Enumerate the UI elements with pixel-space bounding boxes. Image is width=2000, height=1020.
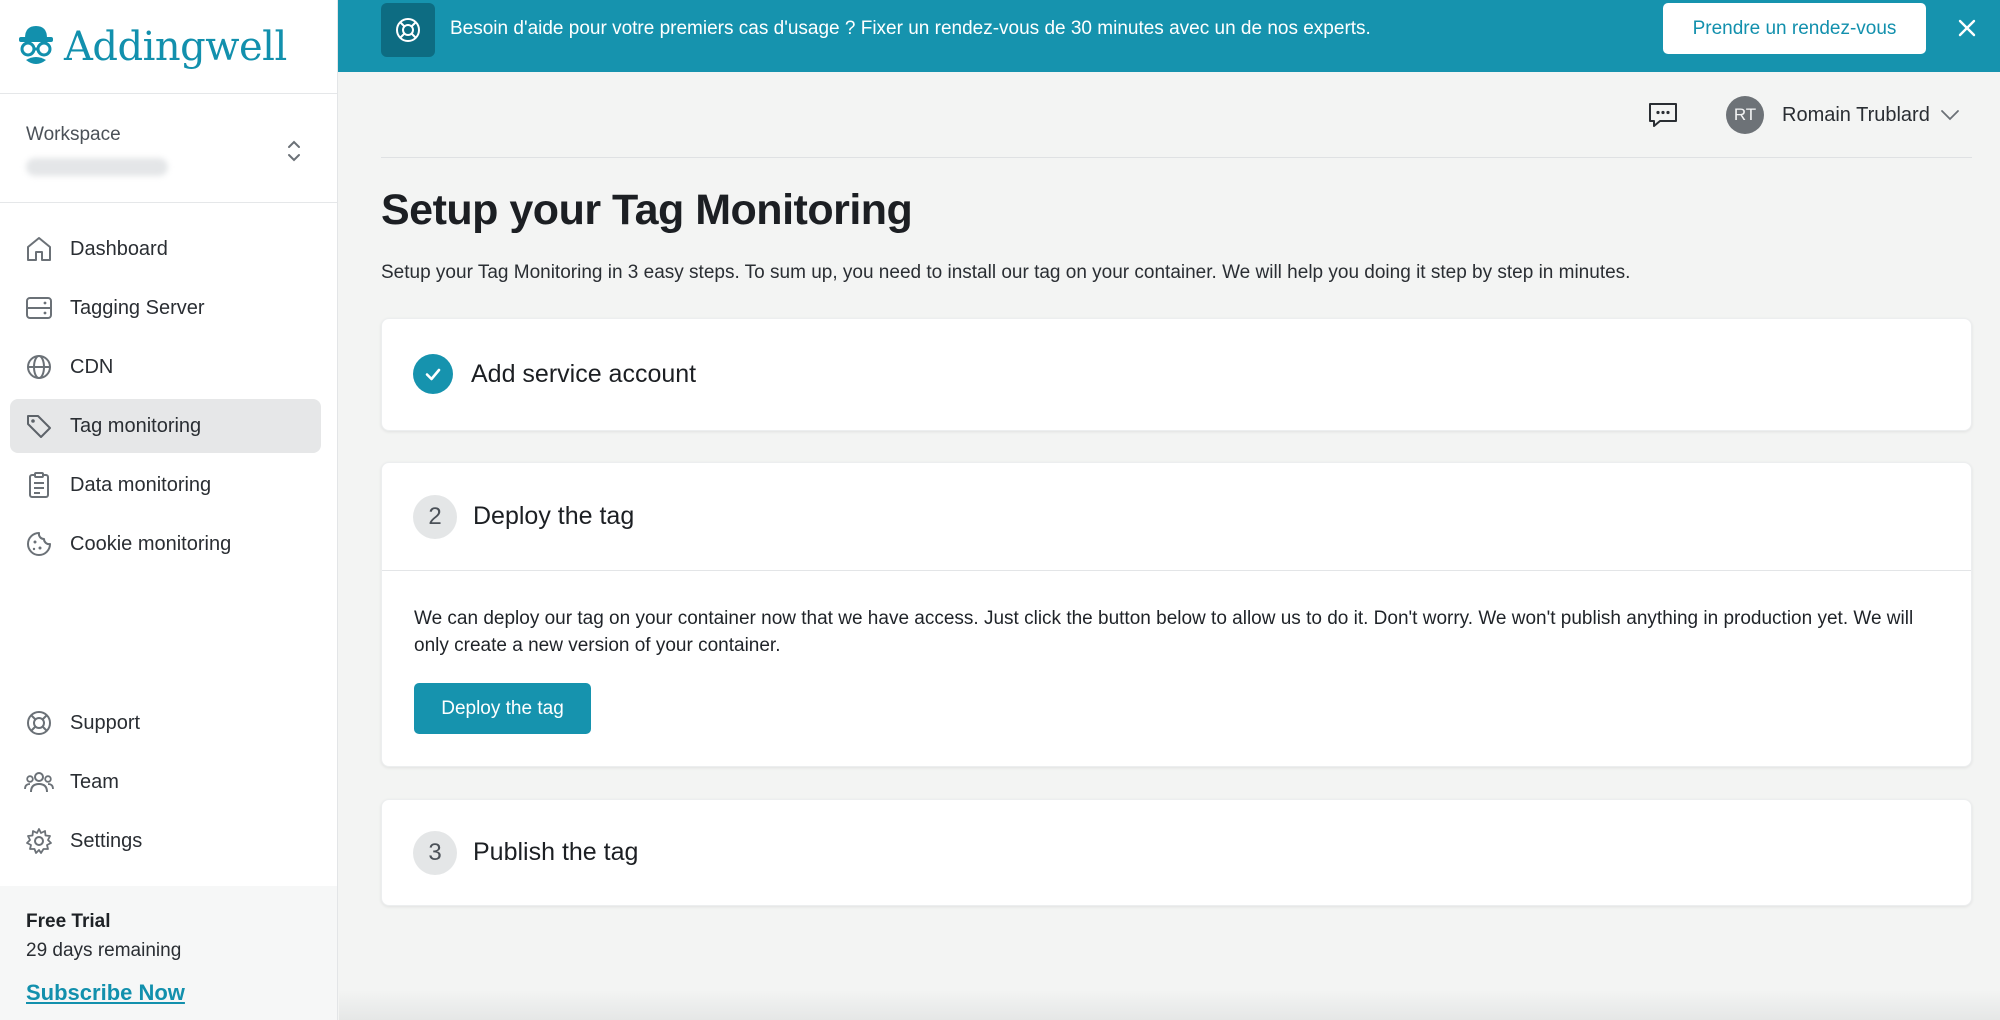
secondary-nav: Support Team Settings xyxy=(0,696,337,873)
nav-item-data-monitoring[interactable]: Data monitoring xyxy=(10,458,321,512)
step-title: Deploy the tag xyxy=(473,502,635,530)
nav-item-tag-monitoring[interactable]: Tag monitoring xyxy=(10,399,321,453)
nav-label: Data monitoring xyxy=(70,473,212,496)
user-menu[interactable]: RT Romain Trublard xyxy=(1726,96,1960,134)
topbar: RT Romain Trublard xyxy=(381,88,1972,158)
nav-item-support[interactable]: Support xyxy=(10,696,321,750)
step-header[interactable]: 2 Deploy the tag xyxy=(382,463,1971,570)
step-complete-badge xyxy=(413,354,453,394)
help-banner: Besoin d'aide pour votre premiers cas d'… xyxy=(338,0,2000,72)
gear-icon xyxy=(26,828,52,854)
check-icon xyxy=(425,368,441,381)
close-icon[interactable] xyxy=(1952,13,1982,43)
nav-label: Dashboard xyxy=(70,237,168,260)
step-header[interactable]: 3 Publish the tag xyxy=(382,800,1971,905)
nav-item-settings[interactable]: Settings xyxy=(10,814,321,868)
nav-label: Tagging Server xyxy=(70,296,205,319)
nav-item-dashboard[interactable]: Dashboard xyxy=(10,222,321,276)
globe-icon xyxy=(27,355,51,379)
bottom-shade xyxy=(339,990,2000,1020)
workspace-selector[interactable]: Workspace xyxy=(0,94,337,203)
sidebar: Addingwell Workspace Dashboard Tagging S… xyxy=(0,0,338,1020)
step-body: We can deploy our tag on your container … xyxy=(382,571,1971,766)
chevron-up-down-icon xyxy=(288,140,300,162)
step-card-1: Add service account xyxy=(381,318,1972,431)
nav-label: Tag monitoring xyxy=(70,414,202,437)
lifebuoy-icon xyxy=(396,18,420,42)
home-icon xyxy=(27,237,51,261)
subscribe-now-link[interactable]: Subscribe Now xyxy=(26,980,185,1006)
banner-message: Besoin d'aide pour votre premiers cas d'… xyxy=(450,18,1371,39)
step-number: 3 xyxy=(413,830,457,875)
brand-name: Addingwell xyxy=(64,23,287,70)
banner-icon-box xyxy=(381,3,435,57)
cookie-icon xyxy=(27,532,51,556)
nav-item-team[interactable]: Team xyxy=(10,755,321,809)
nav-label: Team xyxy=(70,770,119,793)
deploy-tag-button[interactable]: Deploy the tag xyxy=(414,683,591,734)
free-trial-panel: Free Trial 29 days remaining Subscribe N… xyxy=(0,886,337,1020)
book-appointment-button[interactable]: Prendre un rendez-vous xyxy=(1663,3,1926,54)
user-name: Romain Trublard xyxy=(1782,103,1930,126)
chevron-down-icon xyxy=(1940,110,1959,121)
clipboard-icon xyxy=(29,472,49,498)
nav-item-tagging-server[interactable]: Tagging Server xyxy=(10,281,321,335)
nav-item-cdn[interactable]: CDN xyxy=(10,340,321,394)
step-card-2: 2 Deploy the tag We can deploy our tag o… xyxy=(381,462,1972,767)
main-nav: Dashboard Tagging Server CDN Tag monitor… xyxy=(0,203,337,571)
page-subtitle: Setup your Tag Monitoring in 3 easy step… xyxy=(381,262,1631,283)
lifebuoy-icon xyxy=(27,711,51,735)
step-description: We can deploy our tag on your container … xyxy=(414,608,1914,656)
logo-mascot-icon xyxy=(19,25,53,64)
step-title: Add service account xyxy=(471,359,697,388)
page-title: Setup your Tag Monitoring xyxy=(381,186,913,234)
team-icon xyxy=(24,772,54,793)
step-header[interactable]: Add service account xyxy=(382,319,1971,429)
nav-item-cookie-monitoring[interactable]: Cookie monitoring xyxy=(10,517,321,571)
server-icon xyxy=(26,297,52,319)
step-title: Publish the tag xyxy=(473,838,639,866)
step-card-3: 3 Publish the tag xyxy=(381,799,1972,906)
avatar: RT xyxy=(1726,96,1764,134)
workspace-name-redacted xyxy=(26,158,168,176)
chat-icon[interactable] xyxy=(1647,100,1679,130)
tag-icon xyxy=(27,415,51,438)
step-number: 2 xyxy=(413,494,457,539)
trial-title: Free Trial xyxy=(26,911,111,932)
nav-label: Settings xyxy=(70,829,143,852)
nav-label: Support xyxy=(70,711,141,734)
workspace-label: Workspace xyxy=(26,124,121,145)
trial-days-remaining: 29 days remaining xyxy=(26,940,182,961)
nav-label: CDN xyxy=(70,355,114,378)
nav-label: Cookie monitoring xyxy=(70,532,232,555)
logo[interactable]: Addingwell xyxy=(0,0,337,94)
